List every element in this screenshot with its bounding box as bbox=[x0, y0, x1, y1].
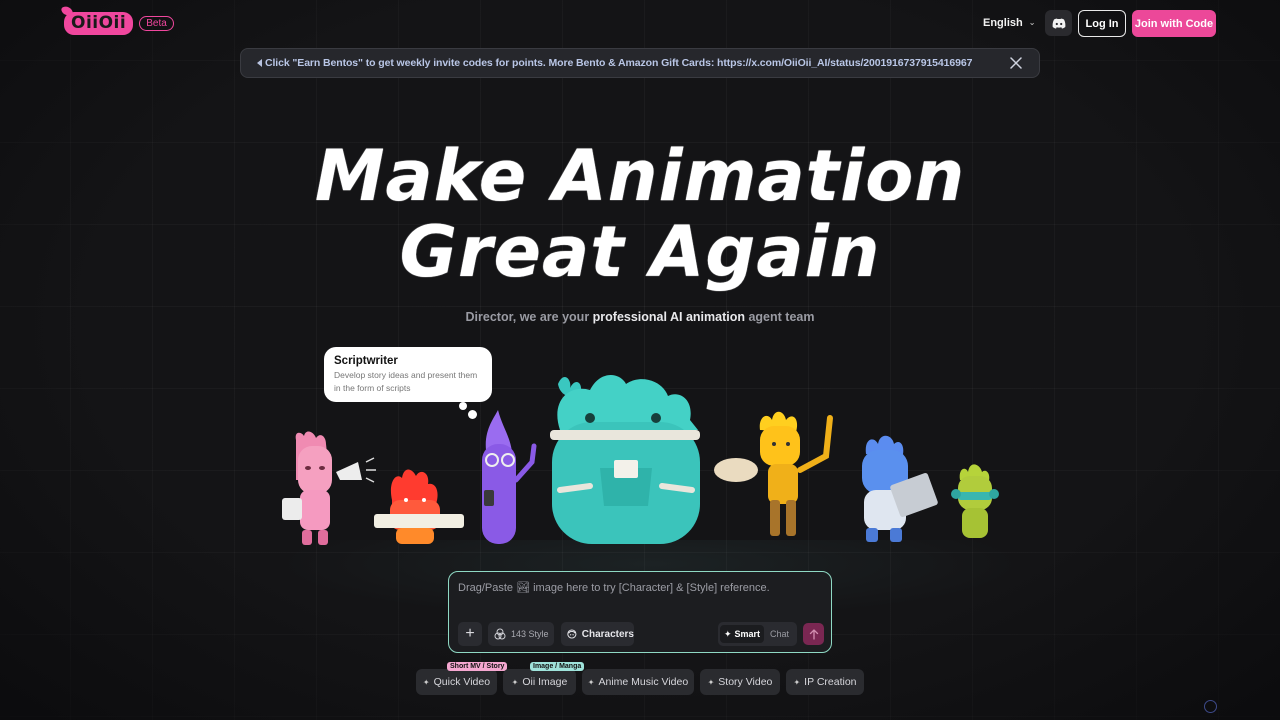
login-button[interactable]: Log In bbox=[1078, 10, 1126, 37]
character-face-icon bbox=[567, 629, 577, 639]
chevron-down-icon: ⌄ bbox=[1028, 17, 1036, 27]
agent-characters bbox=[282, 374, 999, 545]
tab-label: IP Creation bbox=[804, 676, 857, 688]
bottom-tabs: Short MV / Story ✦ Quick Video Image / M… bbox=[0, 662, 1280, 695]
teal-big-character[interactable] bbox=[550, 374, 700, 544]
top-header: OiiOii Beta English ⌄ Log In Join with C… bbox=[0, 0, 1280, 48]
style-count: 143 Style bbox=[511, 629, 549, 639]
pink-director-character[interactable] bbox=[282, 431, 376, 545]
hero-subtitle-bold: professional AI animation bbox=[592, 310, 745, 324]
discord-button[interactable] bbox=[1045, 10, 1072, 36]
tab-badge: Image / Manga bbox=[530, 662, 585, 671]
add-attachment-button[interactable]: + bbox=[458, 622, 482, 646]
tab-quick-video[interactable]: Short MV / Story ✦ Quick Video bbox=[416, 662, 508, 695]
style-icon bbox=[494, 628, 506, 640]
logo-wordmark: OiiOii bbox=[60, 4, 134, 35]
tab-anime-music-video[interactable]: ✦ Anime Music Video bbox=[582, 669, 694, 695]
orange-builder-character[interactable] bbox=[374, 469, 464, 545]
purple-scriptwriter-character[interactable] bbox=[482, 410, 537, 544]
join-with-code-button[interactable]: Join with Code bbox=[1132, 10, 1216, 37]
tab-label: Quick Video bbox=[433, 676, 491, 688]
hero-subtitle-pre: Director, we are your bbox=[465, 310, 593, 324]
mode-chat-button[interactable]: Chat bbox=[764, 625, 795, 643]
help-icon[interactable] bbox=[1204, 700, 1217, 713]
sparkle-icon: ✦ bbox=[511, 677, 519, 687]
prompt-input[interactable]: Drag/Paste 🏞 image here to try [Characte… bbox=[458, 581, 770, 594]
hero-subtitle: Director, we are your professional AI an… bbox=[0, 310, 1280, 324]
prompt-box[interactable]: Drag/Paste 🏞 image here to try [Characte… bbox=[448, 571, 832, 653]
logo[interactable]: OiiOii Beta bbox=[60, 4, 174, 35]
beta-badge: Beta bbox=[139, 16, 174, 31]
tab-label: Story Video bbox=[718, 676, 773, 688]
characters-label: Characters bbox=[581, 628, 634, 640]
mode-smart-label: Smart bbox=[734, 629, 761, 639]
announcement-arrow-icon bbox=[257, 59, 262, 67]
announcement-text[interactable]: Click "Earn Bentos" to get weekly invite… bbox=[265, 57, 972, 69]
tab-label: Anime Music Video bbox=[598, 676, 689, 688]
yellow-artist-character[interactable] bbox=[714, 411, 833, 536]
characters-button[interactable]: Characters bbox=[561, 622, 634, 646]
plus-icon: + bbox=[465, 625, 475, 642]
mode-toggle: ✦ Smart Chat bbox=[718, 622, 797, 646]
language-label: English bbox=[983, 17, 1023, 29]
language-selector[interactable]: English ⌄ bbox=[983, 17, 1035, 29]
hero-subtitle-post: agent team bbox=[745, 310, 815, 324]
sparkle-icon: ✦ bbox=[707, 677, 715, 687]
sparkle-icon: ✦ bbox=[587, 677, 595, 687]
tab-oii-image[interactable]: Image / Manga ✦ Oii Image bbox=[503, 662, 585, 695]
sparkle-icon: ✦ bbox=[723, 628, 732, 639]
tab-story-video[interactable]: ✦ Story Video bbox=[700, 669, 780, 695]
green-dj-character[interactable] bbox=[951, 464, 999, 538]
logo-text: OiiOii bbox=[71, 13, 127, 33]
blue-reader-character[interactable] bbox=[862, 435, 939, 542]
send-button[interactable] bbox=[803, 623, 824, 645]
tab-ip-creation[interactable]: ✦ IP Creation bbox=[786, 669, 864, 695]
mode-smart-button[interactable]: ✦ Smart bbox=[720, 625, 764, 643]
sparkle-icon: ✦ bbox=[793, 677, 801, 687]
tab-label: Oii Image bbox=[522, 676, 568, 688]
tab-badge: Short MV / Story bbox=[447, 662, 508, 671]
arrow-up-icon bbox=[809, 628, 818, 640]
close-icon[interactable] bbox=[1009, 56, 1023, 70]
hero-title: Make Animation Great Again bbox=[0, 138, 1280, 290]
style-button[interactable]: 143 Style bbox=[488, 622, 554, 646]
sparkle-icon: ✦ bbox=[422, 677, 430, 687]
hero-title-line2: Great Again bbox=[399, 211, 881, 293]
discord-icon bbox=[1052, 18, 1065, 29]
announcement-bar: Click "Earn Bentos" to get weekly invite… bbox=[240, 48, 1040, 78]
hero-title-line1: Make Animation bbox=[314, 135, 966, 217]
